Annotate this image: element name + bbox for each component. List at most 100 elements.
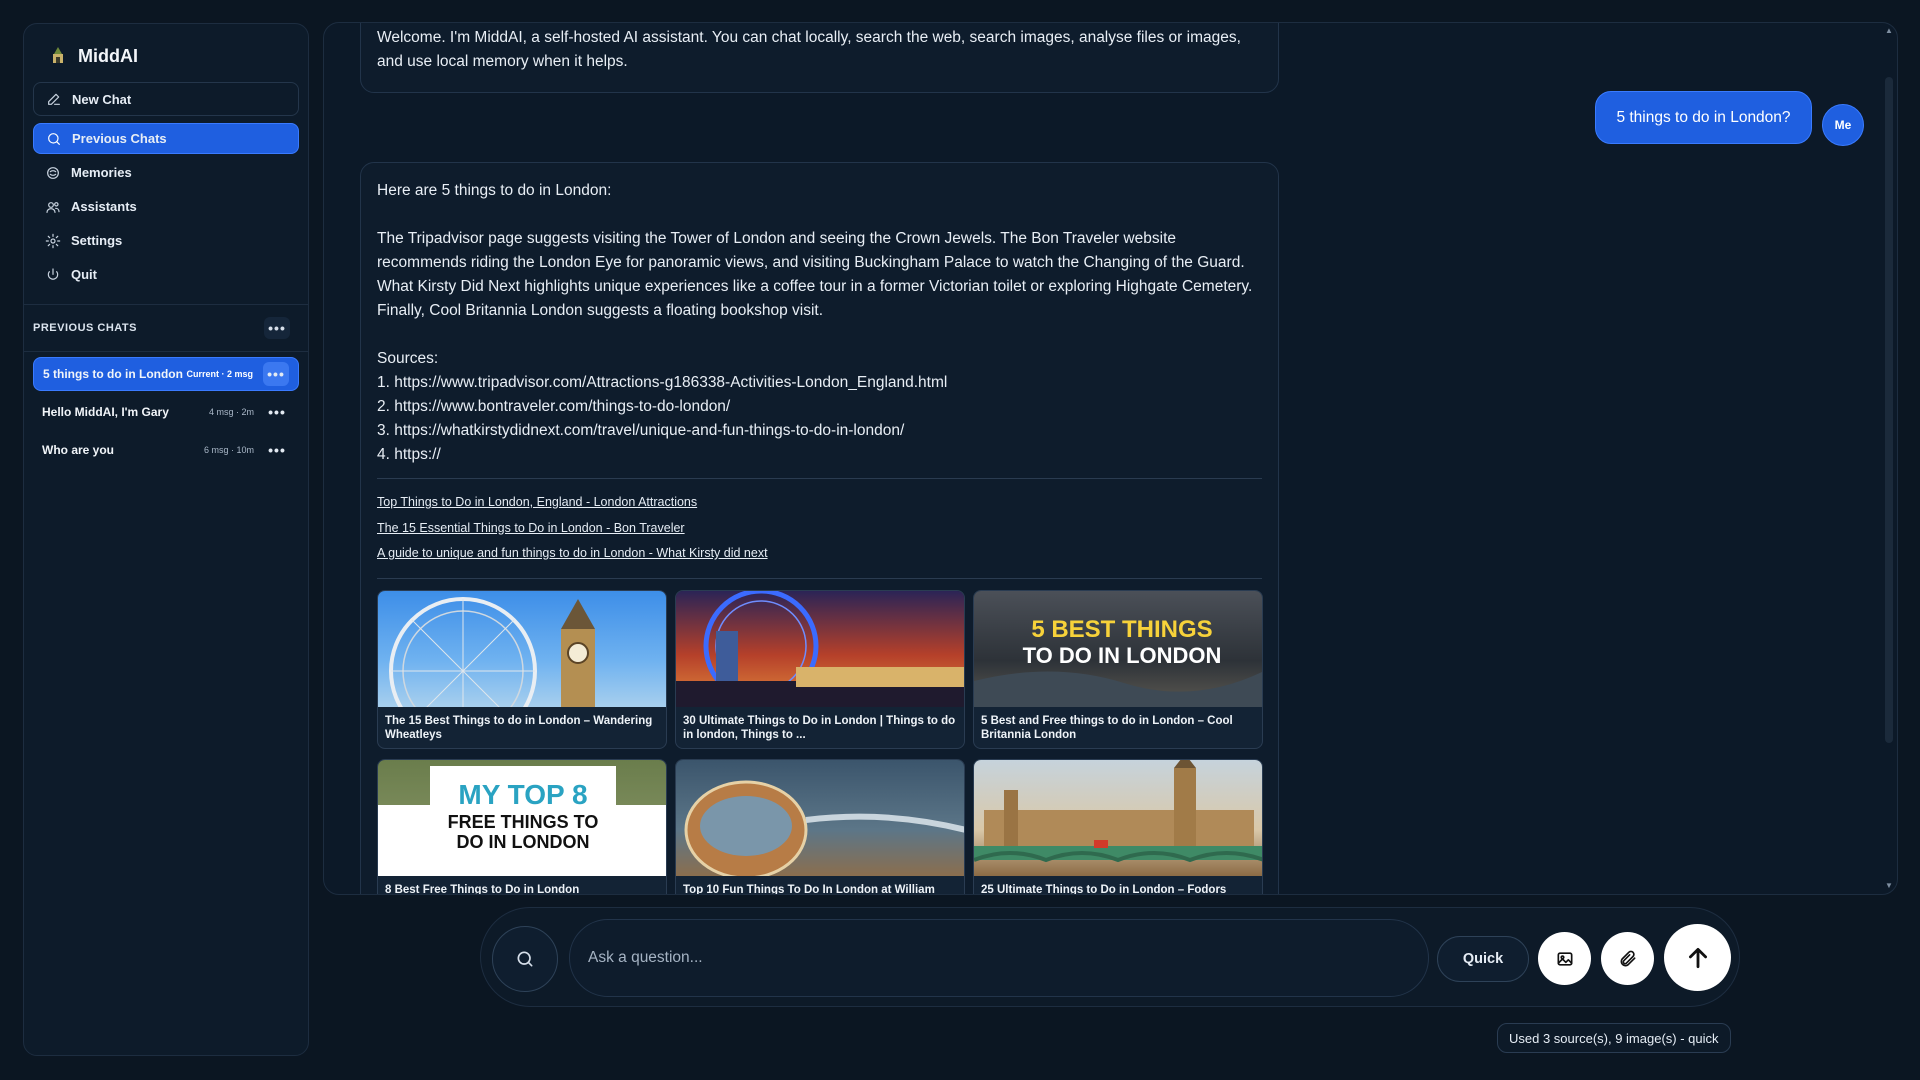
image-caption: The 15 Best Things to do in London – Wan… xyxy=(385,714,653,741)
source-link[interactable]: Top Things to Do in London, England - Lo… xyxy=(377,490,1262,516)
image-result-card[interactable]: The 15 Best Things to do in London – Wan… xyxy=(377,589,667,749)
london-eye-night-image xyxy=(676,590,964,707)
overlay-text: FREE THINGS TO xyxy=(448,812,599,832)
assistant-answer: Here are 5 things to do in London: The T… xyxy=(360,162,1279,895)
image-result-card[interactable]: MY TOP 8 FREE THINGS TO DO IN LONDON 8 B… xyxy=(377,758,667,895)
gear-icon xyxy=(45,233,61,248)
brand: MiddAI xyxy=(33,34,299,78)
image-thumbnail: 5 BEST THINGS TO DO IN LONDON xyxy=(974,590,1262,707)
chat-item[interactable]: Who are you 6 msg · 10m ••• xyxy=(33,433,299,467)
source-link[interactable]: The 15 Essential Things to Do in London … xyxy=(377,516,1262,542)
user-message: 5 things to do in London? xyxy=(1595,91,1812,144)
chat-options-button[interactable]: ••• xyxy=(264,438,290,462)
image-thumbnail xyxy=(676,759,964,876)
answer-heading: Here are 5 things to do in London: xyxy=(377,182,612,199)
welcome-line: Welcome. I'm MiddAI, a self-hosted AI as… xyxy=(377,29,1241,46)
aerial-london-image: 5 BEST THINGS TO DO IN LONDON xyxy=(974,616,1262,707)
overlay-text: 5 BEST THINGS xyxy=(1031,616,1212,643)
chat-meta: Current · 2 msg xyxy=(186,369,253,379)
chat-title: Who are you xyxy=(42,443,115,457)
previous-chats-header: PREVIOUS CHATS ••• xyxy=(24,304,308,352)
section-title: PREVIOUS CHATS xyxy=(33,322,137,334)
source-url: 3. https://whatkirstydidnext.com/travel/… xyxy=(377,422,905,439)
nav-settings[interactable]: Settings xyxy=(33,225,299,256)
scroll-down-arrow[interactable]: ▼ xyxy=(1885,882,1893,890)
source-url: 2. https://www.bontraveler.com/things-to… xyxy=(377,398,731,415)
paperclip-icon xyxy=(1620,950,1635,966)
logo-icon xyxy=(53,47,63,63)
top8-poster-image: MY TOP 8 FREE THINGS TO DO IN LONDON xyxy=(378,765,666,876)
sources-label: Sources: xyxy=(377,350,439,367)
chat-item[interactable]: 5 things to do in London Current · 2 msg… xyxy=(33,357,299,391)
avatar: Me xyxy=(1822,104,1864,146)
chat-list: 5 things to do in London Current · 2 msg… xyxy=(33,357,299,467)
image-caption: 30 Ultimate Things to Do in London | Thi… xyxy=(683,714,956,741)
source-url: 4. https:// xyxy=(377,446,441,463)
scroll-up-arrow[interactable]: ▲ xyxy=(1885,27,1893,35)
parliament-image xyxy=(974,759,1262,862)
image-thumbnail: MY TOP 8 FREE THINGS TO DO IN LONDON xyxy=(378,759,666,876)
welcome-line: and use local memory when it helps. xyxy=(377,53,628,70)
image-result-card[interactable]: 5 BEST THINGS TO DO IN LONDON 5 Best and… xyxy=(973,589,1263,749)
nav-label: Settings xyxy=(71,233,123,248)
source-url: 1. https://www.tripadvisor.com/Attractio… xyxy=(377,374,948,391)
question-input[interactable] xyxy=(569,919,1429,997)
more-options-button[interactable]: ••• xyxy=(264,317,290,339)
image-results-grid: The 15 Best Things to do in London – Wan… xyxy=(377,589,1263,895)
chat-options-button[interactable]: ••• xyxy=(263,362,289,386)
overlay-text: TO DO IN LONDON xyxy=(1023,643,1222,668)
mode-quick-button[interactable]: Quick xyxy=(1437,936,1529,982)
nav-label: Quit xyxy=(71,267,97,282)
new-chat-label: New Chat xyxy=(72,91,132,107)
nav-quit[interactable]: Quit xyxy=(33,259,299,290)
app-name: MiddAI xyxy=(78,45,138,66)
new-chat-button[interactable]: New Chat xyxy=(33,82,299,116)
image-upload-button[interactable] xyxy=(1538,932,1591,985)
nav-memories[interactable]: Memories xyxy=(33,157,299,188)
source-link[interactable]: A guide to unique and fun things to do i… xyxy=(377,541,1262,567)
arrow-up-icon xyxy=(1688,947,1707,968)
nav-assistants[interactable]: Assistants xyxy=(33,191,299,222)
sidebar: MiddAI New Chat Previous Chats Memories … xyxy=(23,23,309,1056)
send-button[interactable] xyxy=(1664,924,1731,991)
search-icon xyxy=(517,951,533,967)
nav-label: Memories xyxy=(71,165,132,180)
brain-icon xyxy=(47,166,59,179)
chat-title: Hello MiddAI, I'm Gary xyxy=(42,405,169,419)
assistant-welcome-message: Welcome. I'm MiddAI, a self-hosted AI as… xyxy=(360,23,1279,93)
image-thumbnail xyxy=(676,590,964,707)
eye-capsule-image xyxy=(684,780,964,876)
image-result-card[interactable]: 25 Ultimate Things to Do in London – Fod… xyxy=(973,758,1263,895)
users-icon xyxy=(46,201,60,213)
overlay-text: MY TOP 8 xyxy=(458,779,587,810)
image-caption: 5 Best and Free things to do in London –… xyxy=(981,714,1233,741)
image-thumbnail xyxy=(378,590,666,707)
conversation-panel: Welcome. I'm MiddAI, a self-hosted AI as… xyxy=(323,22,1898,895)
power-icon xyxy=(47,267,59,280)
attach-file-button[interactable] xyxy=(1601,932,1654,985)
status-badge: Used 3 source(s), 9 image(s) - quick xyxy=(1497,1023,1731,1053)
chat-title: 5 things to do in London xyxy=(43,367,183,381)
web-search-toggle[interactable] xyxy=(492,926,558,992)
nav-label: Assistants xyxy=(71,199,137,214)
nav-label: Previous Chats xyxy=(72,131,167,146)
image-icon xyxy=(1557,951,1572,966)
london-eye-image xyxy=(389,596,595,707)
answer-body: The Tripadvisor page suggests visiting t… xyxy=(377,230,1257,319)
scrollbar[interactable] xyxy=(1885,77,1893,743)
image-caption: 25 Ultimate Things to Do in London – Fod… xyxy=(981,883,1227,895)
chat-meta: 4 msg · 2m xyxy=(208,407,254,417)
chat-options-button[interactable]: ••• xyxy=(264,400,290,424)
image-caption: 8 Best Free Things to Do in London xyxy=(385,883,580,895)
image-thumbnail xyxy=(974,759,1262,876)
image-result-card[interactable]: 30 Ultimate Things to Do in London | Thi… xyxy=(675,589,965,749)
pencil-icon xyxy=(48,93,60,105)
overlay-text: DO IN LONDON xyxy=(457,832,590,852)
search-icon xyxy=(48,132,60,145)
chat-item[interactable]: Hello MiddAI, I'm Gary 4 msg · 2m ••• xyxy=(33,395,299,429)
image-result-card[interactable]: Top 10 Fun Things To Do In London at Wil… xyxy=(675,758,965,894)
composer: Quick xyxy=(480,907,1740,1007)
chat-meta: 6 msg · 10m xyxy=(203,445,254,455)
divider xyxy=(377,478,1262,479)
nav-previous-chats[interactable]: Previous Chats xyxy=(33,123,299,154)
